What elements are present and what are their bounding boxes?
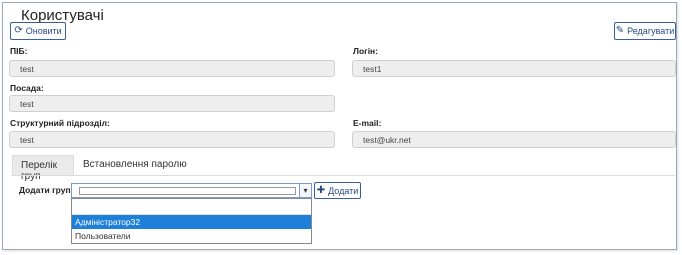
department-label: Структурний підрозділ: xyxy=(10,118,110,128)
tabs-divider xyxy=(11,175,675,176)
login-label: Логін: xyxy=(353,46,379,56)
group-dropdown: Адміністратор32 Пользователи xyxy=(71,198,312,244)
dropdown-search-input[interactable] xyxy=(72,199,311,215)
add-group-button[interactable]: ✚ Додати xyxy=(314,182,361,199)
edit-icon: ✎ xyxy=(615,25,625,36)
group-select[interactable]: ▾ xyxy=(71,183,312,198)
dropdown-option-users[interactable]: Пользователи xyxy=(72,229,311,243)
position-label: Посада: xyxy=(10,83,44,93)
group-select-value xyxy=(79,187,296,195)
chevron-down-icon[interactable]: ▾ xyxy=(299,184,311,197)
refresh-button-label: Оновити xyxy=(25,26,62,36)
email-label: E-mail: xyxy=(353,118,382,128)
pib-label: ПІБ: xyxy=(10,46,28,56)
edit-button[interactable]: ✎ Редагувати xyxy=(614,22,676,40)
department-field: test xyxy=(9,131,335,148)
refresh-button[interactable]: ⟳ Оновити xyxy=(10,22,66,40)
pib-field: test xyxy=(9,60,335,77)
plus-icon: ✚ xyxy=(316,184,326,196)
edit-button-label: Редагувати xyxy=(627,26,675,36)
dropdown-option-admin[interactable]: Адміністратор32 xyxy=(72,215,311,229)
position-field: test xyxy=(9,95,335,112)
tab-group-list[interactable]: Перелік груп xyxy=(12,155,74,182)
tab-set-password[interactable]: Встановлення паролю xyxy=(83,159,187,170)
users-panel: Користувачі ⟳ Оновити ✎ Редагувати ПІБ: … xyxy=(2,2,677,250)
add-group-button-label: Додати xyxy=(328,185,359,196)
login-field: test1 xyxy=(352,60,676,77)
email-field: test@ukr.net xyxy=(352,131,676,148)
add-group-label: Додати групу: xyxy=(19,185,79,195)
refresh-icon: ⟳ xyxy=(14,25,23,36)
